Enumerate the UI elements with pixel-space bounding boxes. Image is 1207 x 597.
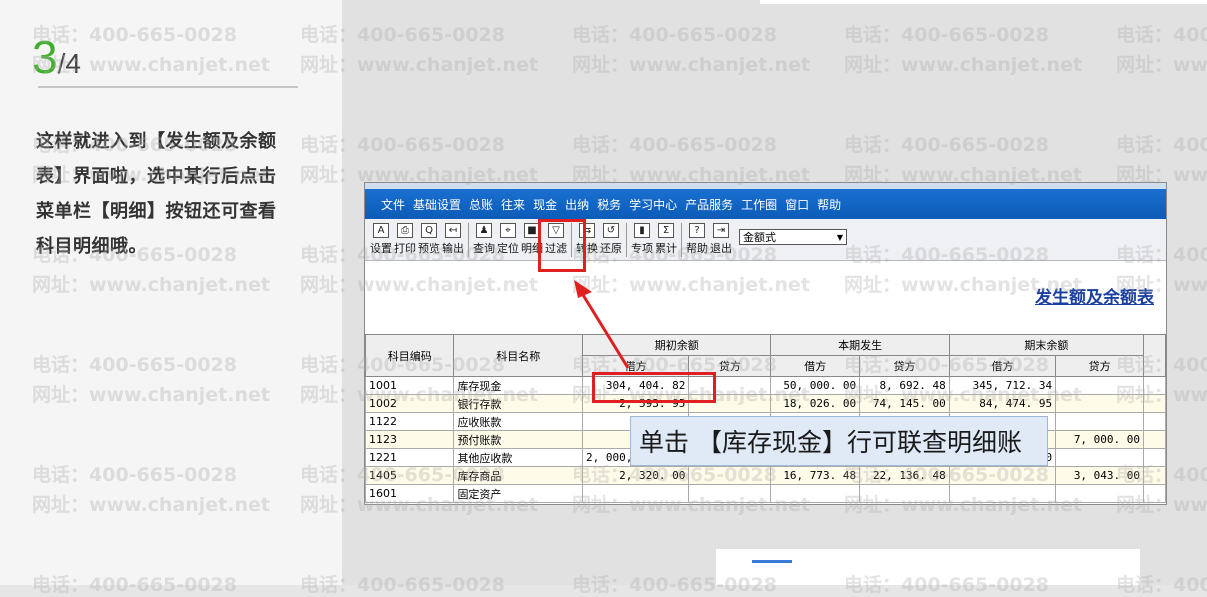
pointer-arrow-icon — [574, 280, 630, 369]
callout-box: 单击 【库存现金】行可联查明细账 — [630, 416, 1048, 466]
